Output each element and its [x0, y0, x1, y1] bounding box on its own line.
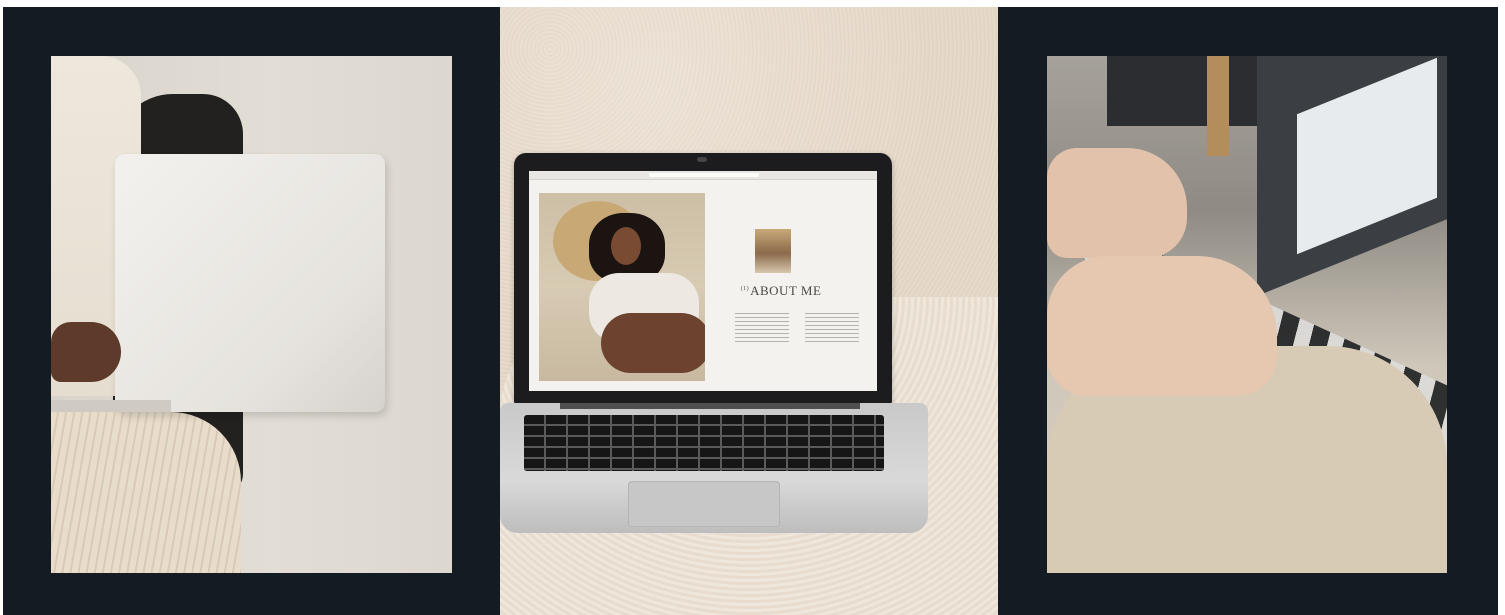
laptop-on-lap-photo	[51, 56, 452, 573]
legs	[601, 313, 705, 373]
browser-toolbar	[529, 171, 877, 180]
right-hand	[1047, 256, 1277, 396]
trackpad	[628, 481, 780, 527]
striped-pants	[51, 412, 241, 573]
left-hand	[1047, 148, 1187, 258]
about-heading: (1)ABOUT ME	[735, 283, 827, 299]
camera-icon	[697, 157, 707, 162]
about-heading-index: (1)	[740, 285, 750, 292]
address-bar	[649, 173, 759, 177]
photo-panel-center: (1)ABOUT ME	[500, 7, 998, 615]
body-text-column-2	[805, 313, 859, 343]
macbook-lid: (1)ABOUT ME	[514, 153, 892, 405]
white-laptop	[115, 154, 385, 412]
keyboard	[524, 415, 884, 471]
face	[611, 227, 641, 265]
body-text-column-1	[735, 313, 789, 343]
laptop-base	[51, 400, 171, 412]
background-table-leg	[1207, 56, 1229, 156]
macbook-base	[500, 403, 928, 533]
photo-panel-left	[3, 7, 500, 615]
website-screen: (1)ABOUT ME	[529, 171, 877, 391]
typing-on-laptop-photo	[1047, 56, 1447, 573]
thumbnail-photo	[755, 229, 791, 273]
photo-panel-right	[998, 7, 1498, 615]
hinge	[560, 403, 860, 409]
hero-photo	[539, 193, 705, 381]
hand	[51, 322, 121, 382]
about-heading-text: ABOUT ME	[750, 283, 822, 298]
